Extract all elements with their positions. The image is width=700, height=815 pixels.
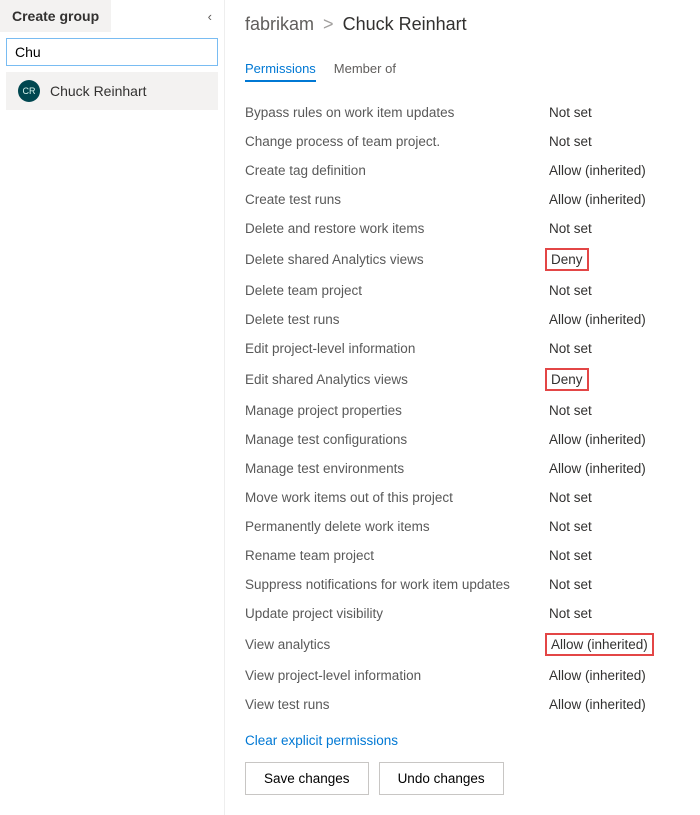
permission-value[interactable]: Allow (inherited) — [545, 459, 650, 478]
search-input[interactable] — [6, 38, 218, 66]
permission-value[interactable]: Not set — [545, 132, 596, 151]
permission-row: Update project visibilityNot set — [245, 599, 680, 628]
permission-row: Rename team projectNot set — [245, 541, 680, 570]
permission-row: Edit project-level informationNot set — [245, 334, 680, 363]
permission-row: Edit shared Analytics viewsDeny — [245, 363, 680, 396]
permission-label: View project-level information — [245, 668, 545, 683]
user-list-item[interactable]: CR Chuck Reinhart — [6, 72, 218, 110]
permission-value[interactable]: Not set — [545, 517, 596, 536]
permission-label: Bypass rules on work item updates — [245, 105, 545, 120]
permission-row: Create tag definitionAllow (inherited) — [245, 156, 680, 185]
permission-row: Manage test environmentsAllow (inherited… — [245, 454, 680, 483]
permission-label: Delete team project — [245, 283, 545, 298]
permission-label: Create tag definition — [245, 163, 545, 178]
permission-value[interactable]: Not set — [545, 546, 596, 565]
permission-label: Manage test configurations — [245, 432, 545, 447]
permission-row: Delete test runsAllow (inherited) — [245, 305, 680, 334]
permission-value[interactable]: Not set — [545, 103, 596, 122]
button-row: Save changes Undo changes — [245, 762, 680, 795]
tabs: Permissions Member of — [245, 57, 680, 82]
permission-label: Delete test runs — [245, 312, 545, 327]
permission-value[interactable]: Not set — [545, 488, 596, 507]
create-group-button[interactable]: Create group — [0, 0, 111, 32]
tab-member-of[interactable]: Member of — [334, 57, 396, 82]
permission-label: Edit project-level information — [245, 341, 545, 356]
breadcrumb-current: Chuck Reinhart — [343, 14, 467, 34]
permission-row: View analyticsAllow (inherited) — [245, 628, 680, 661]
permission-row: Delete team projectNot set — [245, 276, 680, 305]
permission-row: Manage test configurationsAllow (inherit… — [245, 425, 680, 454]
permission-value[interactable]: Allow (inherited) — [545, 310, 650, 329]
permission-row: Move work items out of this projectNot s… — [245, 483, 680, 512]
permission-value[interactable]: Allow (inherited) — [545, 633, 654, 656]
permission-label: Rename team project — [245, 548, 545, 563]
permission-label: View analytics — [245, 637, 545, 652]
permission-label: Edit shared Analytics views — [245, 372, 545, 387]
permission-value[interactable]: Not set — [545, 575, 596, 594]
permission-value[interactable]: Deny — [545, 248, 589, 271]
permission-label: Update project visibility — [245, 606, 545, 621]
permission-row: Delete and restore work itemsNot set — [245, 214, 680, 243]
permission-label: Manage project properties — [245, 403, 545, 418]
permission-label: Change process of team project. — [245, 134, 545, 149]
permission-row: Change process of team project.Not set — [245, 127, 680, 156]
permission-value[interactable]: Not set — [545, 339, 596, 358]
breadcrumb: fabrikam > Chuck Reinhart — [245, 14, 680, 35]
permissions-list: Bypass rules on work item updatesNot set… — [245, 98, 680, 719]
permission-row: Manage project propertiesNot set — [245, 396, 680, 425]
permission-label: Manage test environments — [245, 461, 545, 476]
permission-row: Suppress notifications for work item upd… — [245, 570, 680, 599]
permission-label: View test runs — [245, 697, 545, 712]
permission-value[interactable]: Allow (inherited) — [545, 695, 650, 714]
permission-value[interactable]: Not set — [545, 219, 596, 238]
permission-value[interactable]: Allow (inherited) — [545, 666, 650, 685]
breadcrumb-separator: > — [323, 14, 334, 34]
permission-value[interactable]: Not set — [545, 604, 596, 623]
permission-row: View test runsAllow (inherited) — [245, 690, 680, 719]
permission-row: Create test runsAllow (inherited) — [245, 185, 680, 214]
permission-value[interactable]: Allow (inherited) — [545, 430, 650, 449]
permission-row: Permanently delete work itemsNot set — [245, 512, 680, 541]
permission-row: Delete shared Analytics viewsDeny — [245, 243, 680, 276]
permission-label: Move work items out of this project — [245, 490, 545, 505]
permission-value[interactable]: Deny — [545, 368, 589, 391]
permission-value[interactable]: Not set — [545, 401, 596, 420]
save-button[interactable]: Save changes — [245, 762, 369, 795]
permission-value[interactable]: Allow (inherited) — [545, 161, 650, 180]
chevron-left-icon[interactable]: ‹ — [204, 5, 216, 28]
permission-row: View project-level informationAllow (inh… — [245, 661, 680, 690]
right-panel: fabrikam > Chuck Reinhart Permissions Me… — [225, 0, 700, 815]
permission-label: Suppress notifications for work item upd… — [245, 577, 545, 592]
permission-value[interactable]: Allow (inherited) — [545, 190, 650, 209]
avatar: CR — [18, 80, 40, 102]
clear-permissions-link[interactable]: Clear explicit permissions — [245, 733, 680, 748]
left-panel: Create group ‹ CR Chuck Reinhart — [0, 0, 225, 815]
permission-label: Delete shared Analytics views — [245, 252, 545, 267]
user-name-label: Chuck Reinhart — [50, 83, 147, 99]
permission-label: Delete and restore work items — [245, 221, 545, 236]
permission-row: Bypass rules on work item updatesNot set — [245, 98, 680, 127]
permission-label: Create test runs — [245, 192, 545, 207]
breadcrumb-parent[interactable]: fabrikam — [245, 14, 314, 34]
undo-button[interactable]: Undo changes — [379, 762, 504, 795]
create-group-bar: Create group ‹ — [0, 0, 224, 32]
permission-value[interactable]: Not set — [545, 281, 596, 300]
tab-permissions[interactable]: Permissions — [245, 57, 316, 82]
permission-label: Permanently delete work items — [245, 519, 545, 534]
